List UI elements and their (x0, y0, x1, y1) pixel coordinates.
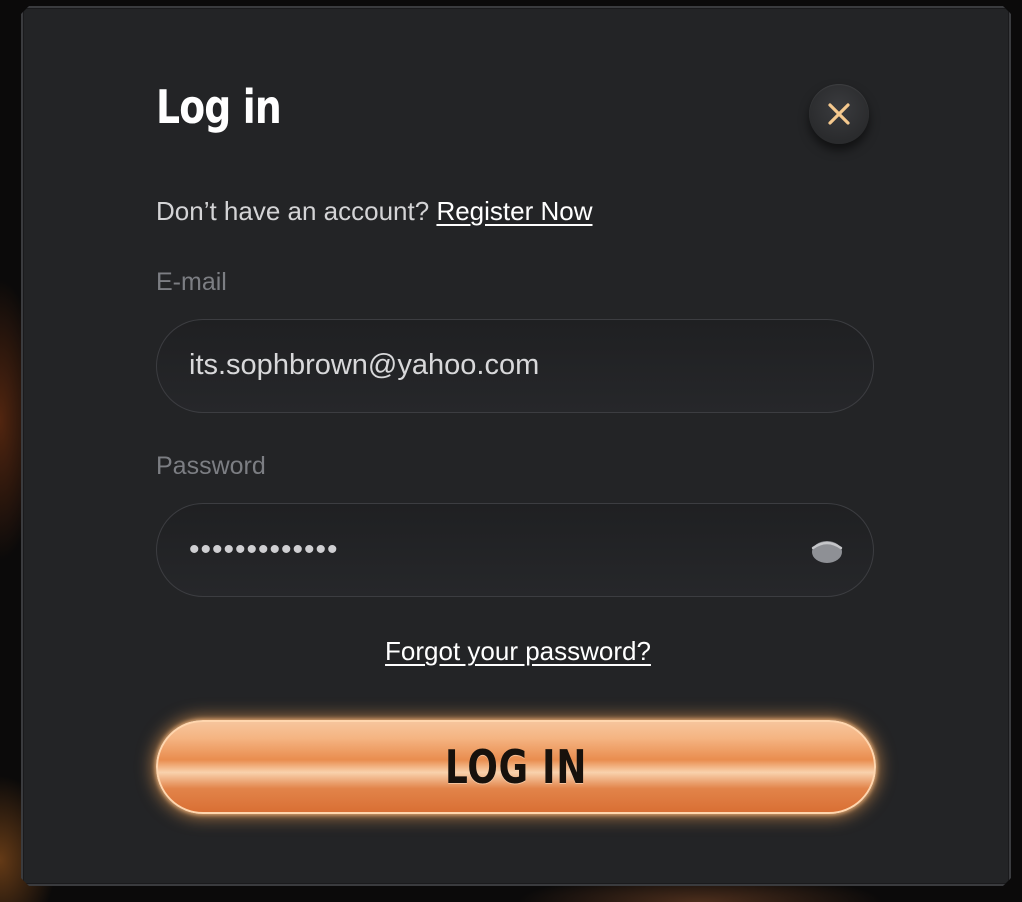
email-label: E-mail (156, 268, 227, 296)
forgot-password-link[interactable]: Forgot your password? (23, 636, 1013, 667)
close-icon (826, 101, 852, 127)
register-prompt-row: Don’t have an account? Register Now (156, 196, 593, 227)
email-field-container (156, 319, 874, 413)
register-now-link[interactable]: Register Now (436, 196, 592, 226)
eye-icon (809, 535, 845, 567)
login-button-label: LOG IN (444, 740, 588, 794)
modal-title: Log in (156, 80, 281, 134)
password-field-container (156, 503, 874, 597)
close-button[interactable] (809, 84, 869, 144)
password-field[interactable] (189, 504, 789, 595)
email-field[interactable] (189, 320, 829, 411)
password-label: Password (156, 452, 266, 480)
login-button[interactable]: LOG IN (156, 720, 876, 814)
show-password-button[interactable] (809, 535, 845, 567)
register-prompt: Don’t have an account? (156, 196, 430, 226)
login-modal: Log in Don’t have an account? Register N… (21, 6, 1011, 886)
